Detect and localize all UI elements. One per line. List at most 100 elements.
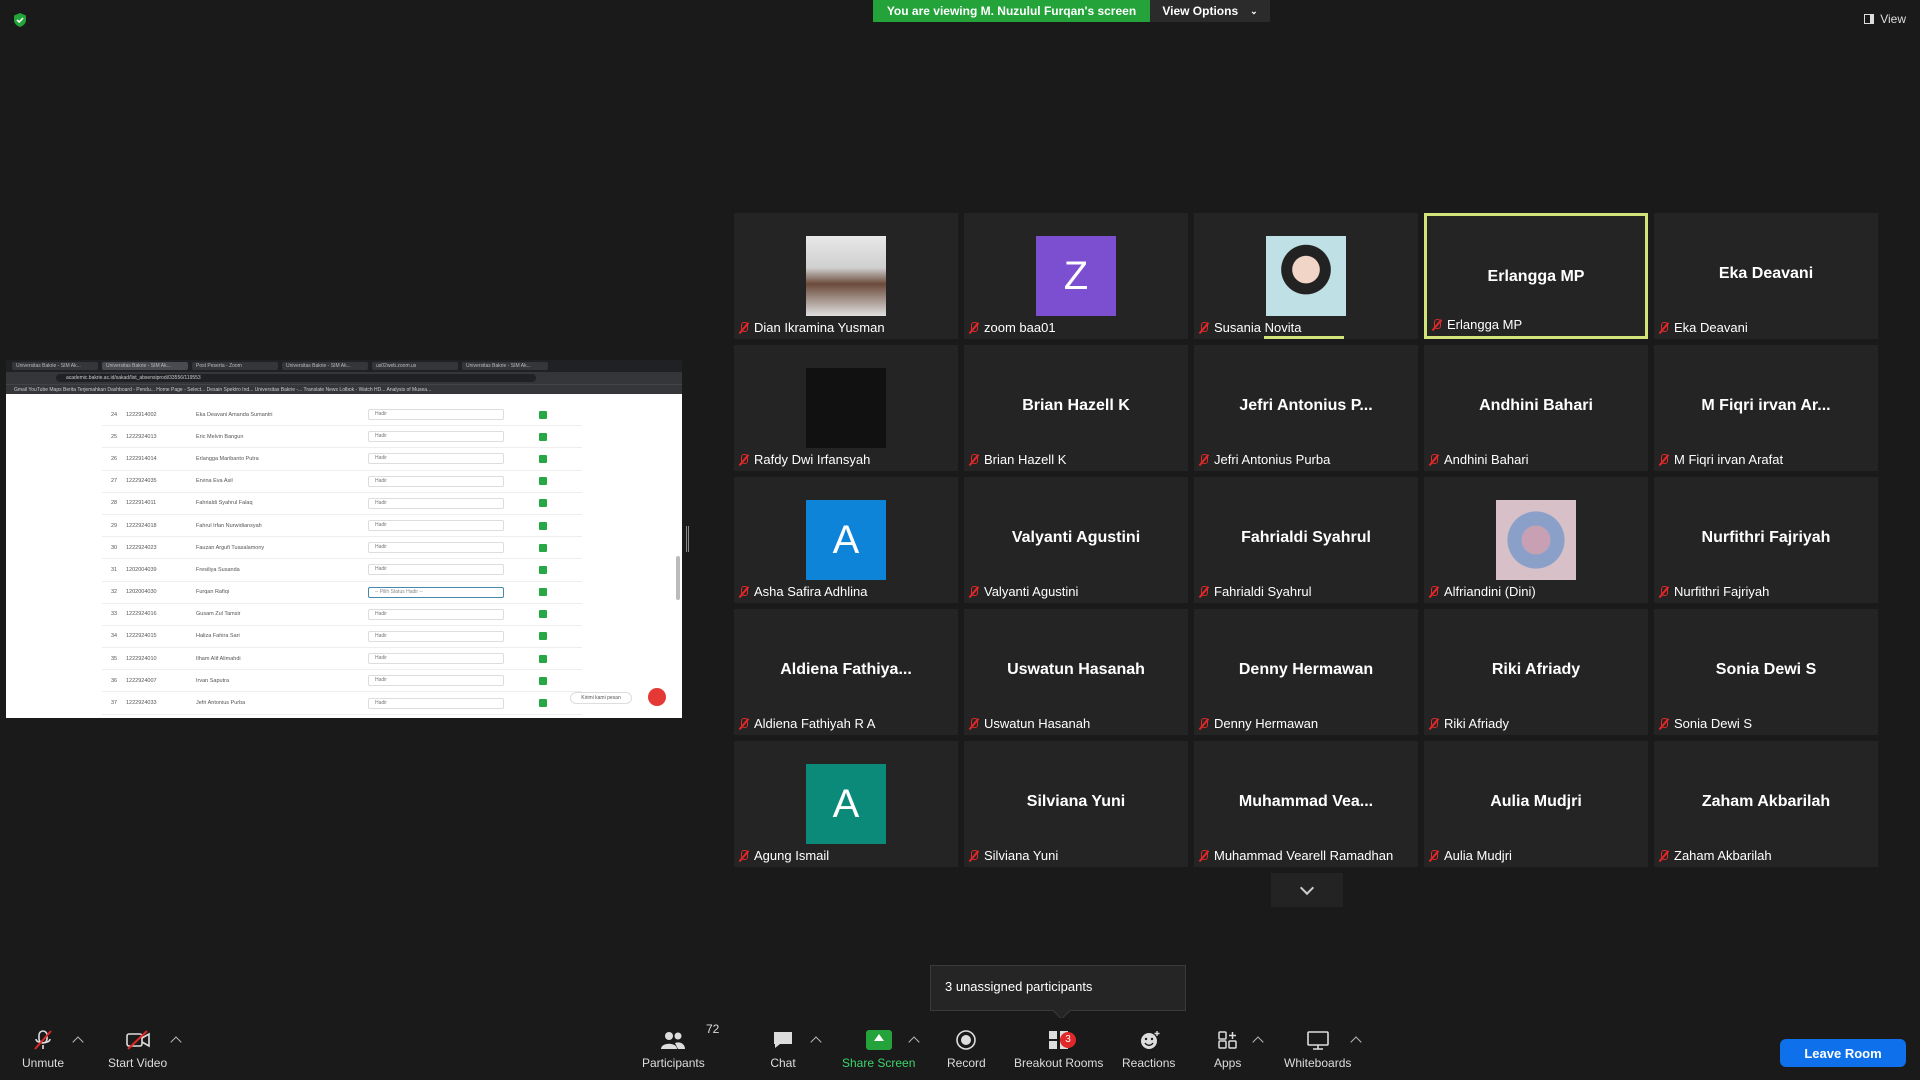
unmute-button[interactable]: Unmute [22, 1030, 64, 1070]
participant-tile[interactable]: Jefri Antonius P... Jefri Antonius Purba [1194, 345, 1418, 471]
view-splitter-handle[interactable] [686, 526, 689, 552]
attendance-table: 24 1222914002 Eka Deavani Amanda Sumantri H… [102, 404, 582, 715]
row-status-select: Hadir [368, 542, 504, 554]
participant-tile-name: Jefri Antonius P... [1239, 397, 1373, 414]
participant-tile-name: Uswatun Hasanah [1007, 661, 1145, 678]
participant-tile[interactable]: Aulia Mudjri Aulia Mudjri [1424, 741, 1648, 867]
table-row: 36 1222924007 Irvan Saputra Hadir [102, 670, 582, 693]
participant-tile-name: Silviana Yuni [1026, 793, 1126, 810]
participant-name: Riki Afriady [1444, 716, 1510, 731]
mic-muted-icon [968, 585, 980, 598]
row-nim: 1222924035 [126, 478, 157, 485]
participant-name-bar: Rafdy Dwi Irfansyah [738, 452, 870, 467]
gallery-next-page-button[interactable] [1271, 873, 1343, 907]
row-number: 31 [110, 566, 118, 573]
row-student-name: Gusam Zul Tamsir [196, 611, 241, 618]
row-status-select: -- Pilih Status Hadir -- [368, 586, 504, 598]
row-status-select: Hadir [368, 608, 504, 620]
row-student-name: Ilham Alif Alimahdi [196, 655, 241, 662]
participant-tile-name: Eka Deavani [1718, 265, 1814, 282]
chat-options-caret[interactable] [810, 1036, 822, 1048]
participant-tile[interactable]: Silviana Yuni Silviana Yuni [964, 741, 1188, 867]
row-status-select: Hadir [368, 431, 504, 443]
row-save-icon [539, 632, 547, 641]
video-options-caret[interactable] [170, 1036, 182, 1048]
chevron-down-icon: ⌄ [1250, 5, 1258, 16]
row-save-icon [539, 676, 547, 685]
participant-tile[interactable]: Sonia Dewi S Sonia Dewi S [1654, 609, 1878, 735]
row-save-icon [539, 610, 547, 619]
participant-tile[interactable]: Zaham Akbarilah Zaham Akbarilah [1654, 741, 1878, 867]
row-save-icon [539, 454, 547, 463]
viewing-screen-banner: You are viewing M. Nuzulul Furqan's scre… [873, 0, 1150, 22]
participant-tile[interactable]: Erlangga MP Erlangga MP [1424, 213, 1648, 339]
viewing-banner-text: You are viewing M. Nuzulul Furqan's scre… [886, 4, 1137, 18]
breakout-rooms-button[interactable]: 3 Breakout Rooms [1014, 1030, 1103, 1070]
audio-options-caret[interactable] [72, 1036, 84, 1048]
page-scrollbar [676, 556, 680, 600]
record-button[interactable]: Record [947, 1030, 986, 1070]
participant-tile[interactable]: Riki Afriady Riki Afriady [1424, 609, 1648, 735]
mic-muted-icon [1198, 321, 1210, 334]
participant-tile[interactable]: Alfriandini (Dini) [1424, 477, 1648, 603]
participant-tile[interactable]: A Agung Ismail [734, 741, 958, 867]
participant-tile[interactable]: M Fiqri irvan Ar... M Fiqri irvan Arafat [1654, 345, 1878, 471]
share-screen-button[interactable]: Share Screen [842, 1030, 915, 1070]
whiteboards-button[interactable]: Whiteboards [1284, 1030, 1351, 1070]
participant-tile[interactable]: Dian Ikramina Yusman [734, 213, 958, 339]
participant-tile[interactable]: Andhini Bahari Andhini Bahari [1424, 345, 1648, 471]
apps-button[interactable]: Apps [1214, 1030, 1241, 1070]
shared-screen-view[interactable]: Universitas Bakrie - SIM Ak... Universita… [6, 360, 682, 718]
participant-tile[interactable]: Fahrialdi Syahrul Fahrialdi Syahrul [1194, 477, 1418, 603]
participant-tile[interactable]: Eka Deavani Eka Deavani [1654, 213, 1878, 339]
reactions-button[interactable]: Reactions [1122, 1030, 1175, 1070]
leave-room-button[interactable]: Leave Room [1780, 1039, 1906, 1067]
table-row: 35 1222924010 Ilham Alif Alimahdi Hadir [102, 648, 582, 671]
participant-tile[interactable]: Zzoom baa01 [964, 213, 1188, 339]
participant-tile[interactable]: Muhammad Vea... Muhammad Vearell Ramadhan [1194, 741, 1418, 867]
participant-tile[interactable]: Nurfithri Fajriyah Nurfithri Fajriyah [1654, 477, 1878, 603]
attendance-page: 24 1222914002 Eka Deavani Amanda Sumantri H… [6, 404, 682, 718]
participant-tile[interactable]: Denny Hermawan Denny Hermawan [1194, 609, 1418, 735]
participant-tile-name: Erlangga MP [1487, 268, 1585, 285]
view-layout-button[interactable]: View [1864, 12, 1906, 26]
participants-button[interactable]: 72 Participants [642, 1022, 719, 1070]
table-row: 24 1222914002 Eka Deavani Amanda Sumantri H… [102, 404, 582, 427]
mic-muted-icon [738, 585, 750, 598]
participant-tile[interactable]: Susania Novita [1194, 213, 1418, 339]
mic-muted-icon [1198, 585, 1210, 598]
whiteboard-icon [1306, 1031, 1329, 1050]
start-video-button[interactable]: Start Video [108, 1030, 167, 1070]
participant-tile[interactable]: Brian Hazell K Brian Hazell K [964, 345, 1188, 471]
record-label: Record [947, 1056, 986, 1070]
table-row: 34 1222924015 Haliza Fahira Sari Hadir [102, 626, 582, 649]
row-number: 29 [110, 522, 118, 529]
row-nim: 1222924013 [126, 433, 157, 440]
participant-photo [1496, 500, 1576, 580]
row-save-icon [539, 432, 547, 441]
participant-tile[interactable]: Aldiena Fathiya... Aldiena Fathiyah R A [734, 609, 958, 735]
row-student-name: Ervina Eva Asil [196, 478, 233, 485]
mic-muted-icon [1658, 849, 1670, 862]
row-status-select: Hadir [368, 564, 504, 576]
view-options-button[interactable]: View Options ⌄ [1150, 0, 1270, 22]
participant-tile-name: Sonia Dewi S [1715, 661, 1817, 678]
unmute-label: Unmute [22, 1056, 65, 1070]
participant-tile[interactable]: Rafdy Dwi Irfansyah [734, 345, 958, 471]
browser-tab-strip: Universitas Bakrie - SIM Ak... Universita… [6, 360, 682, 372]
mic-muted-icon [1431, 318, 1443, 331]
participant-tile[interactable]: Uswatun Hasanah Uswatun Hasanah [964, 609, 1188, 735]
row-nim: 1222924023 [126, 544, 157, 551]
security-shield-icon[interactable] [12, 12, 28, 28]
participant-tile-name: Aulia Mudjri [1490, 793, 1582, 810]
participant-tile[interactable]: Valyanti Agustini Valyanti Agustini [964, 477, 1188, 603]
participant-tile[interactable]: A Asha Safira Adhlina [734, 477, 958, 603]
whiteboards-options-caret[interactable] [1350, 1036, 1362, 1048]
apps-options-caret[interactable] [1252, 1036, 1264, 1048]
participant-name-bar: Uswatun Hasanah [968, 716, 1090, 731]
participant-name: Jefri Antonius Purba [1214, 452, 1331, 467]
layout-grid-icon [1864, 14, 1875, 24]
participant-initial-avatar: A [806, 764, 886, 844]
chat-button[interactable]: Chat [770, 1030, 796, 1070]
participant-name: Andhini Bahari [1444, 452, 1529, 467]
